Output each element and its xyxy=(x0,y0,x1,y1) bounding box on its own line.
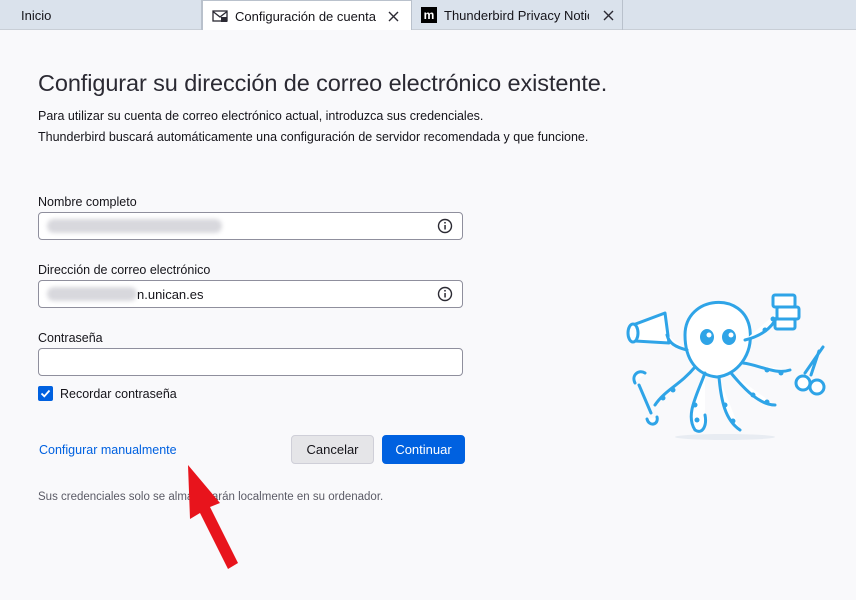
page-title: Configurar su dirección de correo electr… xyxy=(38,70,608,96)
remember-password-label[interactable]: Recordar contraseña xyxy=(60,387,177,401)
configure-manually-link[interactable]: Configurar manualmente xyxy=(39,443,177,457)
octopus-mascot-illustration xyxy=(626,293,826,440)
password-label: Contraseña xyxy=(38,331,103,345)
mozilla-icon: m xyxy=(421,7,437,23)
password-field[interactable] xyxy=(38,348,463,376)
checkmark-icon xyxy=(40,389,51,398)
redacted-email xyxy=(47,287,137,301)
info-icon[interactable] xyxy=(437,218,453,234)
remember-password-checkbox[interactable] xyxy=(38,386,53,401)
close-icon[interactable] xyxy=(385,8,401,24)
name-field[interactable] xyxy=(38,212,463,240)
redacted-name xyxy=(47,219,222,233)
account-setup-page: Configurar su dirección de correo electr… xyxy=(0,30,856,600)
email-value: n.unican.es xyxy=(137,287,204,302)
mail-icon xyxy=(212,8,228,24)
tab-inicio[interactable]: Inicio xyxy=(0,0,202,30)
tab-label: Configuración de cuenta xyxy=(235,8,376,24)
description-line-2: Thunderbird buscará automáticamente una … xyxy=(38,130,589,144)
tab-configuracion-cuenta[interactable]: Configuración de cuenta xyxy=(202,0,412,31)
name-label: Nombre completo xyxy=(38,195,137,209)
tab-label: Thunderbird Privacy Notice xyxy=(444,7,589,23)
email-label: Dirección de correo electrónico xyxy=(38,263,211,277)
cancel-button[interactable]: Cancelar xyxy=(291,435,374,464)
description-line-1: Para utilizar su cuenta de correo electr… xyxy=(38,109,484,123)
continue-button[interactable]: Continuar xyxy=(382,435,465,464)
red-pointer-arrow xyxy=(188,465,238,569)
email-field[interactable]: n.unican.es xyxy=(38,280,463,308)
info-icon[interactable] xyxy=(437,286,453,302)
tab-label: Inicio xyxy=(21,7,52,23)
close-icon[interactable] xyxy=(600,7,616,23)
tab-privacy-notice[interactable]: m Thunderbird Privacy Notice xyxy=(412,0,623,30)
tab-bar: Inicio Configuración de cuenta m Thunder… xyxy=(0,0,856,31)
